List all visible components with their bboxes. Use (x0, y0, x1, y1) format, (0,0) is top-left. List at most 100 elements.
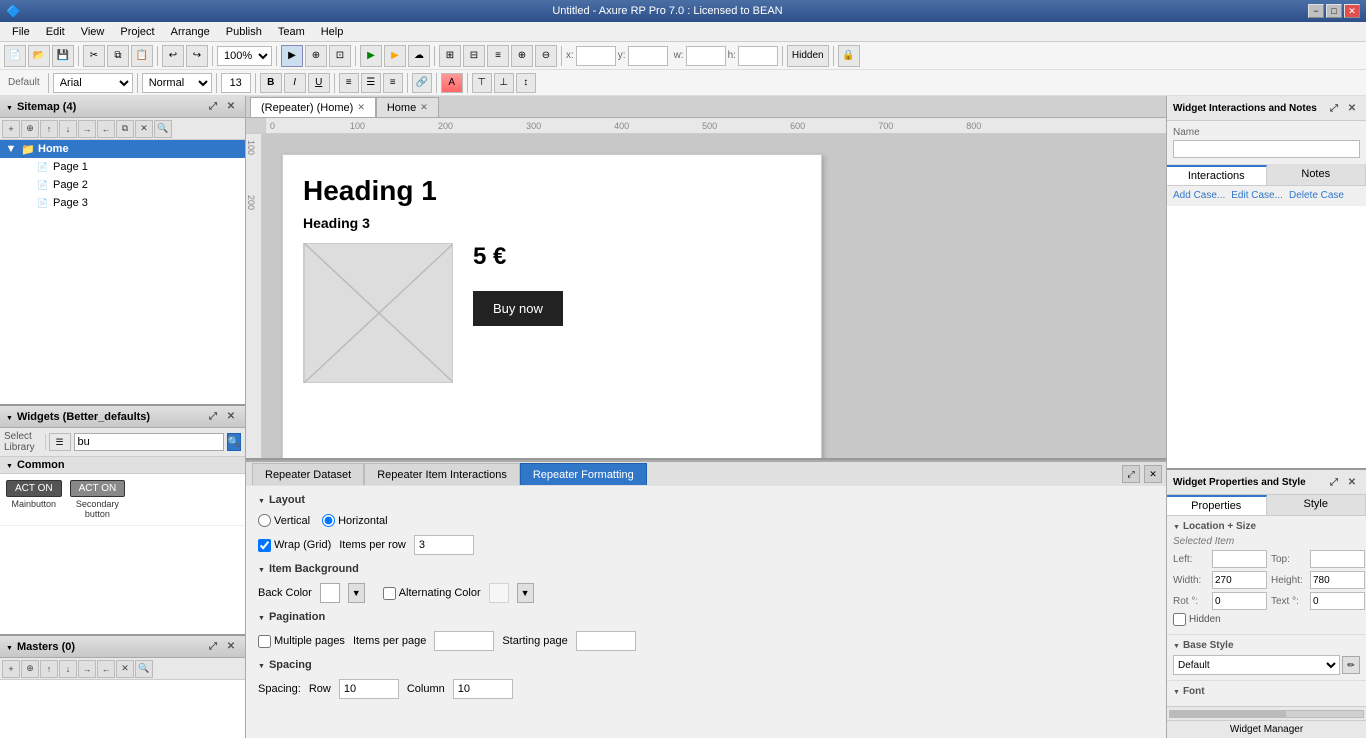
horizontal-radio[interactable]: Horizontal (322, 514, 388, 527)
delete-case-link[interactable]: Delete Case (1289, 190, 1344, 201)
preview-options[interactable]: ▶ (384, 45, 406, 67)
align-left[interactable]: ≡ (339, 73, 359, 93)
menu-team[interactable]: Team (270, 26, 313, 38)
redo-button[interactable]: ↪ (186, 45, 208, 67)
secondarybutton-widget[interactable]: ACT ON Secondarybutton (70, 480, 126, 519)
home-page-item[interactable]: ▼ 📁 Home (0, 140, 245, 158)
toolbar-extra3[interactable]: ≡ (487, 45, 509, 67)
toolbar-extra5[interactable]: ⊖ (535, 45, 557, 67)
delete-page-button[interactable]: ✕ (135, 120, 153, 138)
height-input[interactable] (1310, 571, 1365, 589)
x-coordinate[interactable] (576, 46, 616, 66)
text-color-btn[interactable]: A (441, 73, 463, 93)
pagination-section-header[interactable]: Pagination (258, 611, 1154, 623)
common-collapse-icon[interactable] (6, 459, 13, 471)
connect-tool[interactable]: ⊕ (305, 45, 327, 67)
height-coordinate[interactable] (738, 46, 778, 66)
link-button[interactable]: 🔗 (412, 73, 432, 93)
wrap-checkbox-item[interactable]: Wrap (Grid) (258, 539, 331, 552)
new-button[interactable]: 📄 (4, 45, 26, 67)
align-right[interactable]: ≡ (383, 73, 403, 93)
menu-publish[interactable]: Publish (218, 26, 270, 38)
home-tab[interactable]: Home ✕ (376, 97, 439, 117)
menu-arrange[interactable]: Arrange (163, 26, 218, 38)
minimize-button[interactable]: − (1308, 4, 1324, 18)
alt-color-dropdown[interactable]: ▼ (517, 583, 534, 603)
properties-expand-icon[interactable]: ⤢ (1326, 474, 1342, 490)
master-down-button[interactable]: ↓ (59, 660, 77, 678)
interactions-tab[interactable]: Interactions (1167, 165, 1267, 185)
save-button[interactable]: 💾 (52, 45, 74, 67)
spacing-section-header[interactable]: Spacing (258, 659, 1154, 671)
zoom-select[interactable]: 100% 75% 50% 150% (217, 46, 272, 66)
layout-section-header[interactable]: Layout (258, 494, 1154, 506)
toolbar-extra1[interactable]: ⊞ (439, 45, 461, 67)
widget-search-input[interactable] (74, 433, 224, 451)
masters-expand-icon[interactable]: ⤢ (205, 639, 221, 655)
select-tool[interactable]: ▶ (281, 45, 303, 67)
row-spacing-input[interactable] (339, 679, 399, 699)
move-up-button[interactable]: ↑ (40, 120, 58, 138)
maximize-button[interactable]: □ (1326, 4, 1342, 18)
close-button[interactable]: ✕ (1344, 4, 1360, 18)
column-spacing-input[interactable] (453, 679, 513, 699)
toolbar-extra4[interactable]: ⊕ (511, 45, 533, 67)
outdent-button[interactable]: ← (97, 120, 115, 138)
properties-tab[interactable]: Properties (1167, 495, 1267, 515)
left-input[interactable] (1212, 550, 1267, 568)
italic-button[interactable]: I (284, 73, 306, 93)
widget-manager-button[interactable]: Widget Manager (1167, 720, 1366, 738)
properties-close-icon[interactable]: ✕ (1344, 474, 1360, 490)
alt-color-swatch[interactable] (489, 583, 509, 603)
valign-top[interactable]: ⊤ (472, 73, 492, 93)
valign-bot[interactable]: ↕ (516, 73, 536, 93)
width-coordinate[interactable] (686, 46, 726, 66)
menu-edit[interactable]: Edit (38, 26, 73, 38)
copy-button[interactable]: ⧉ (107, 45, 129, 67)
starting-page-input[interactable] (576, 631, 636, 651)
items-per-row-input[interactable] (414, 535, 474, 555)
add-child-button[interactable]: ⊕ (21, 120, 39, 138)
back-color-dropdown[interactable]: ▼ (348, 583, 365, 603)
open-button[interactable]: 📂 (28, 45, 50, 67)
preview-button[interactable]: ▶ (360, 45, 382, 67)
crop-tool[interactable]: ⊡ (329, 45, 351, 67)
masters-collapse-icon[interactable] (6, 641, 13, 653)
sitemap-close-icon[interactable]: ✕ (223, 99, 239, 115)
font-size-input[interactable] (221, 73, 251, 93)
base-style-select[interactable]: Default (1173, 655, 1340, 675)
buy-button[interactable]: Buy now (473, 291, 563, 326)
alternating-checkbox-item[interactable]: Alternating Color (383, 587, 481, 600)
library-menu-button[interactable]: ☰ (49, 433, 71, 451)
menu-file[interactable]: File (4, 26, 38, 38)
duplicate-button[interactable]: ⧉ (116, 120, 134, 138)
menu-project[interactable]: Project (112, 26, 162, 38)
master-outdent-button[interactable]: ← (97, 660, 115, 678)
paste-button[interactable]: 📋 (131, 45, 153, 67)
scrollbar-track[interactable] (1169, 710, 1364, 718)
font-family-select[interactable]: Arial Verdana Times New Roman (53, 73, 133, 93)
top-input[interactable] (1310, 550, 1365, 568)
expand-panel-button[interactable]: ⤢ (1122, 465, 1140, 483)
underline-button[interactable]: U (308, 73, 330, 93)
valign-mid[interactable]: ⊥ (494, 73, 514, 93)
add-master-button[interactable]: + (2, 660, 20, 678)
master-indent-button[interactable]: → (78, 660, 96, 678)
multiple-pages-checkbox-item[interactable]: Multiple pages (258, 635, 345, 648)
sitemap-collapse-icon[interactable] (6, 101, 13, 113)
repeater-item-interactions-tab[interactable]: Repeater Item Interactions (364, 463, 520, 485)
bold-button[interactable]: B (260, 73, 282, 93)
hidden-checkbox[interactable] (1173, 613, 1186, 626)
repeater-tab-close[interactable]: ✕ (357, 102, 365, 113)
repeater-tab[interactable]: (Repeater) (Home) ✕ (250, 97, 376, 117)
repeater-dataset-tab[interactable]: Repeater Dataset (252, 463, 364, 485)
text-rot-input[interactable] (1310, 592, 1365, 610)
search-page-button[interactable]: 🔍 (154, 120, 172, 138)
items-per-page-input[interactable] (434, 631, 494, 651)
font-style-select[interactable]: Normal Bold Italic (142, 73, 212, 93)
interactions-expand-icon[interactable]: ⤢ (1326, 100, 1342, 116)
horizontal-radio-input[interactable] (322, 514, 335, 527)
cut-button[interactable]: ✂ (83, 45, 105, 67)
vertical-radio-input[interactable] (258, 514, 271, 527)
widget-name-input[interactable] (1173, 140, 1360, 158)
